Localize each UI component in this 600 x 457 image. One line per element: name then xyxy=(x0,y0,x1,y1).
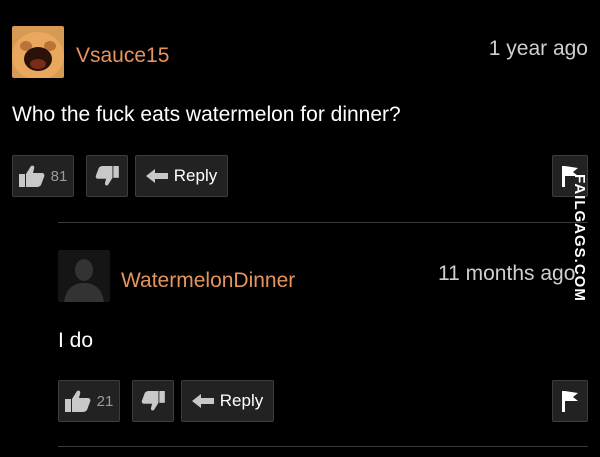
dislike-button[interactable] xyxy=(132,380,174,422)
thumbs-up-icon xyxy=(18,165,45,187)
like-button[interactable]: 81 xyxy=(12,155,74,197)
reply-button[interactable]: Reply xyxy=(181,380,274,422)
flag-button[interactable] xyxy=(552,380,588,422)
watermark-text: FAILGAGS.COM xyxy=(571,174,588,302)
dislike-button[interactable] xyxy=(86,155,128,197)
flag-icon xyxy=(561,390,579,412)
thumbs-down-icon xyxy=(141,391,165,411)
thumbs-down-icon xyxy=(95,166,119,186)
comment-text: Who the fuck eats watermelon for dinner? xyxy=(12,103,401,126)
default-silhouette-avatar-icon[interactable] xyxy=(58,250,110,302)
reply-arrow-icon xyxy=(145,169,168,183)
reply-label: Reply xyxy=(219,391,264,410)
comment-timestamp: 11 months ago xyxy=(438,262,576,285)
thumbs-up-icon xyxy=(64,390,91,412)
reply-button[interactable]: Reply xyxy=(135,155,228,197)
orange-face-avatar-icon[interactable] xyxy=(12,26,64,78)
reply-arrow-icon xyxy=(191,394,214,408)
like-button[interactable]: 21 xyxy=(58,380,120,422)
comment-timestamp: 1 year ago xyxy=(488,37,588,60)
comment-username[interactable]: Vsauce15 xyxy=(76,44,169,68)
like-count: 21 xyxy=(96,392,114,410)
reply-label: Reply xyxy=(173,166,218,185)
comment-divider xyxy=(58,222,588,223)
comment-username[interactable]: WatermelonDinner xyxy=(121,269,295,293)
comment-text: I do xyxy=(58,329,94,352)
like-count: 81 xyxy=(50,167,68,185)
comment-divider xyxy=(58,446,588,447)
